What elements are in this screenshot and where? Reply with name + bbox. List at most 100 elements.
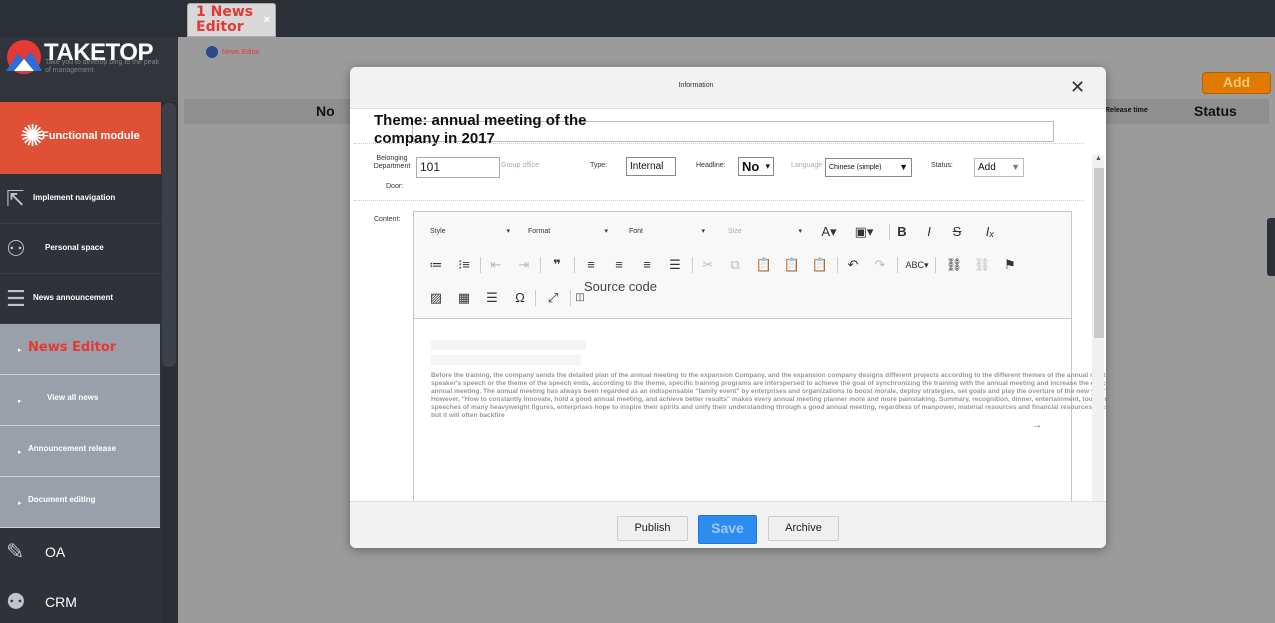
sidebar-item-implement-navigation[interactable]: ⇱ Implement navigation: [0, 174, 161, 224]
navigation-icon: ⇱: [6, 186, 25, 211]
unlink-icon[interactable]: ⛓: [972, 255, 992, 275]
anchor-flag-icon[interactable]: ⚑: [1000, 255, 1020, 275]
subnav-item-document-editing[interactable]: ▸ Document editing: [0, 477, 160, 528]
chevron-down-icon: ▼: [1011, 162, 1020, 172]
align-right-icon[interactable]: ≡: [637, 255, 657, 275]
arrow-icon: →: [1032, 420, 1042, 431]
paste-icon[interactable]: 📋: [754, 255, 774, 275]
sidebar: TAKETOP Take you to develop bing to the …: [0, 37, 178, 623]
dialog-title: Information: [678, 82, 714, 89]
format-dropdown-label: Format: [528, 228, 551, 235]
justify-icon[interactable]: ☰: [665, 255, 685, 275]
right-panel-handle[interactable]: [1267, 218, 1275, 276]
paste-word-icon[interactable]: 📋: [810, 255, 830, 275]
indent-icon[interactable]: ⇥: [514, 255, 534, 275]
sidebar-item-news-announcement[interactable]: ☰ News announcement: [0, 274, 161, 324]
status-value: Add: [978, 162, 996, 173]
news-subnav: ▸ News Editor ▸ View all news ▸ Announce…: [0, 324, 160, 528]
functional-module[interactable]: ✺ Functional module: [0, 102, 161, 174]
logo-area: TAKETOP Take you to develop bing to the …: [0, 37, 178, 102]
remove-format-icon[interactable]: Iₓ: [980, 222, 1000, 242]
headline-select[interactable]: No ▾: [738, 157, 774, 176]
divider: [354, 200, 1084, 201]
chevron-down-icon: ▾: [765, 161, 770, 171]
save-button[interactable]: Save: [698, 515, 757, 544]
dialog-header: Information ✕: [350, 67, 1106, 109]
scroll-up-icon[interactable]: ▲: [1095, 155, 1102, 162]
type-label: Type:: [590, 162, 608, 169]
placeholder-line: [431, 340, 586, 350]
subnav-item-news-editor[interactable]: ▸ News Editor: [0, 324, 160, 375]
toolbar-separator: [540, 257, 541, 273]
sidebar-item-crm[interactable]: ⚉ CRM: [0, 579, 161, 623]
image-icon[interactable]: ▨: [426, 288, 446, 308]
toolbar-separator: [889, 224, 890, 240]
tab-close-icon[interactable]: ×: [264, 14, 270, 26]
toolbar-separator: [535, 290, 536, 306]
subnav-item-announcement-release[interactable]: ▸ Announcement release: [0, 426, 160, 477]
size-dropdown[interactable]: Size ▾: [724, 221, 804, 243]
sidebar-item-personal-space[interactable]: ⚇ Personal space: [0, 224, 161, 274]
special-character-icon[interactable]: Ω: [510, 288, 530, 308]
table-icon[interactable]: ▦: [454, 288, 474, 308]
link-icon[interactable]: ⛓: [944, 255, 964, 275]
content-label: Content:: [374, 216, 401, 223]
dialog-footer: Publish Save Archive: [350, 501, 1106, 548]
department-input[interactable]: 101: [416, 157, 500, 178]
paste-text-icon[interactable]: 📋: [782, 255, 802, 275]
cut-icon[interactable]: ✂: [698, 255, 718, 275]
add-button[interactable]: Add: [1202, 72, 1271, 94]
top-bar: 1 News Editor ×: [0, 0, 1275, 37]
department-label: Belonging Department: [373, 155, 411, 170]
align-left-icon[interactable]: ≡: [581, 255, 601, 275]
toolbar-separator: [837, 257, 838, 273]
type-value: Internal: [630, 161, 664, 172]
strikethrough-icon[interactable]: S: [947, 222, 967, 242]
style-dropdown[interactable]: Style ▾: [426, 221, 512, 243]
font-dropdown[interactable]: Font ▾: [625, 221, 707, 243]
undo-icon[interactable]: ↶: [843, 255, 863, 275]
dialog-scroll-thumb[interactable]: [1094, 168, 1104, 338]
chevron-down-icon: ▾: [506, 228, 510, 235]
numbered-list-icon[interactable]: ≔: [426, 255, 446, 275]
caret-right-icon: ▸: [18, 347, 22, 354]
sidebar-scroll-thumb[interactable]: [162, 103, 176, 367]
background-color-icon[interactable]: ▣▾: [854, 222, 874, 242]
group-office-label: Group office: [501, 162, 540, 169]
copy-icon[interactable]: ⧉: [725, 255, 745, 275]
toolbar-separator: [480, 257, 481, 273]
headline-label: Headline:: [696, 162, 726, 169]
status-select[interactable]: Add ▼: [974, 158, 1024, 177]
breadcrumb-label: News Editor: [222, 48, 260, 56]
language-select[interactable]: Chinese (simple) ▼: [825, 158, 912, 177]
italic-icon[interactable]: I: [919, 222, 939, 242]
blockquote-icon[interactable]: ❞: [547, 255, 567, 275]
redo-icon[interactable]: ↷: [870, 255, 890, 275]
close-icon[interactable]: ✕: [1070, 77, 1085, 98]
chevron-down-icon: ▾: [798, 228, 802, 235]
subnav-item-view-all-news[interactable]: ▸ View all news: [0, 375, 160, 426]
caret-right-icon: ▸: [18, 449, 22, 456]
align-center-icon[interactable]: ≡: [609, 255, 629, 275]
toolbar-separator: [574, 257, 575, 273]
status-label: Status:: [931, 162, 953, 169]
type-select[interactable]: Internal: [626, 157, 676, 176]
editor-content-text[interactable]: Before the training, the company sends t…: [431, 372, 1106, 420]
text-color-icon[interactable]: A▾: [819, 222, 839, 242]
format-dropdown[interactable]: Format ▾: [524, 221, 610, 243]
person-icon: ⚇: [6, 236, 26, 261]
horizontal-line-icon[interactable]: ☰: [482, 288, 502, 308]
information-dialog: Information ✕ Theme: annual meeting of t…: [350, 67, 1106, 548]
breadcrumb: News Editor: [206, 46, 260, 58]
subnav-label: News Editor: [28, 340, 117, 355]
publish-button[interactable]: Publish: [617, 516, 688, 541]
archive-button[interactable]: Archive: [768, 516, 839, 541]
source-code-button[interactable]: Source code: [584, 280, 657, 294]
bold-icon[interactable]: B: [892, 222, 912, 242]
maximize-icon[interactable]: ⤢: [543, 288, 563, 308]
spellcheck-icon[interactable]: ABC▾: [904, 255, 930, 275]
bulleted-list-icon[interactable]: ⁝≡: [454, 255, 474, 275]
tab-news-editor[interactable]: 1 News Editor ×: [187, 3, 276, 37]
outdent-icon[interactable]: ⇤: [486, 255, 506, 275]
sidebar-item-oa[interactable]: ✎ OA: [0, 529, 161, 577]
